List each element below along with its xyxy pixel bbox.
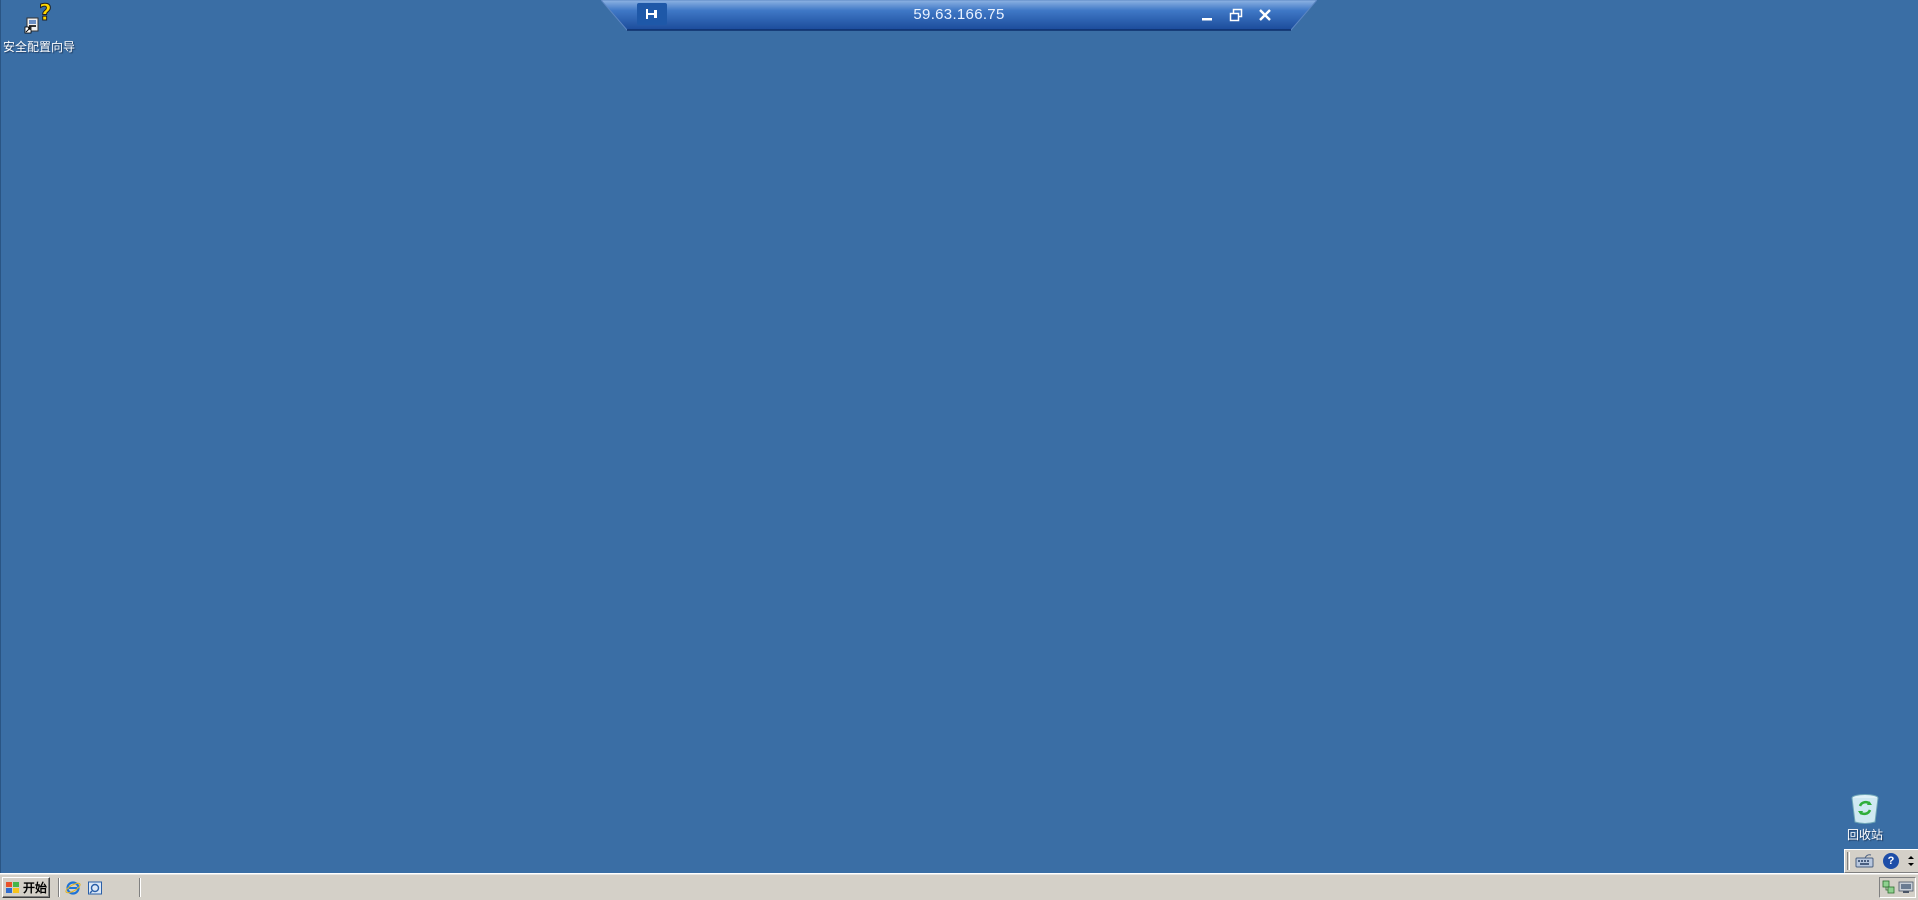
- recycle-bin-icon: [1851, 794, 1879, 824]
- desktop-icon-label: 回收站: [1846, 828, 1883, 842]
- language-bar-grip[interactable]: [1847, 852, 1850, 870]
- pin-button[interactable]: [637, 3, 667, 25]
- restore-icon: [1229, 8, 1243, 22]
- taskbar-separator: [139, 878, 141, 897]
- close-icon: [1259, 9, 1271, 21]
- windows-logo-icon: [6, 881, 19, 893]
- pin-icon: [646, 9, 657, 19]
- taskbar: 开始: [0, 873, 1918, 900]
- system-tray: [1879, 877, 1916, 898]
- desktop-icon-recycle-bin[interactable]: 回收站: [1825, 790, 1905, 842]
- taskbar-separator: [58, 878, 60, 897]
- internet-explorer-icon: [65, 881, 81, 895]
- minimize-icon: [1202, 18, 1212, 21]
- windows-explorer-icon: [88, 881, 102, 895]
- rdp-minimize-button[interactable]: [1196, 4, 1218, 26]
- language-bar-options-button[interactable]: [1905, 852, 1917, 870]
- options-icon: [1908, 856, 1914, 866]
- quick-launch-windows-explorer[interactable]: [86, 879, 104, 897]
- keyboard-icon[interactable]: [1855, 853, 1875, 869]
- rdp-close-button[interactable]: [1254, 4, 1276, 26]
- rdp-restore-button[interactable]: [1225, 4, 1247, 26]
- network-icon[interactable]: [1882, 880, 1896, 894]
- svg-text:?: ?: [39, 2, 52, 26]
- desktop: ? 安全配置向导 回收站 59.63.166.75 ?: [0, 0, 1918, 873]
- start-button[interactable]: 开始: [2, 877, 50, 898]
- start-label: 开始: [23, 881, 48, 895]
- desktop-icon-label: 安全配置向导: [2, 40, 75, 54]
- language-bar: ?: [1844, 849, 1918, 873]
- quick-launch-internet-explorer[interactable]: [64, 879, 82, 897]
- security-config-wizard-icon: ?: [24, 2, 52, 34]
- language-bar-help-button[interactable]: ?: [1883, 853, 1899, 869]
- desktop-icon-security-config-wizard[interactable]: ? 安全配置向导: [0, 2, 79, 54]
- network-connection-icon[interactable]: [1898, 880, 1914, 894]
- rdp-connection-bar: 59.63.166.75: [601, 0, 1317, 32]
